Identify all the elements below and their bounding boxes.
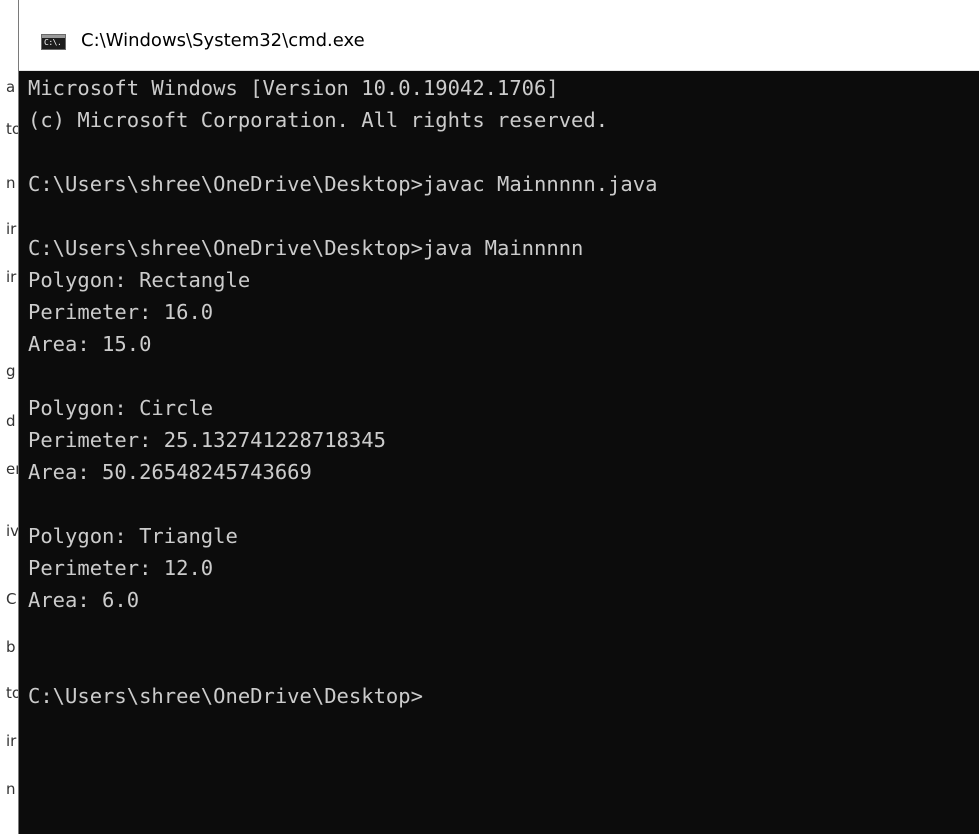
background-text-fragment: ir <box>6 220 17 238</box>
console-output[interactable]: Microsoft Windows [Version 10.0.19042.17… <box>28 72 979 834</box>
console-line: Microsoft Windows [Version 10.0.19042.17… <box>28 76 559 100</box>
console-line: C:\Users\shree\OneDrive\Desktop> <box>28 684 423 708</box>
background-text-fragment: a <box>6 78 16 96</box>
console-line: Polygon: Triangle <box>28 524 238 548</box>
icon-prompt-glyph: C:\. <box>44 38 62 47</box>
console-line: Perimeter: 25.132741228718345 <box>28 428 386 452</box>
console-line: Area: 50.26548245743669 <box>28 460 312 484</box>
cmd-window[interactable]: C:\. C:\Windows\System32\cmd.exe Microso… <box>18 0 979 834</box>
console-line: Area: 15.0 <box>28 332 152 356</box>
console-line: Perimeter: 12.0 <box>28 556 214 580</box>
console-line: C:\Users\shree\OneDrive\Desktop>java Mai… <box>28 236 584 260</box>
console-line: (c) Microsoft Corporation. All rights re… <box>28 108 609 132</box>
console-line: C:\Users\shree\OneDrive\Desktop>javac Ma… <box>28 172 658 196</box>
background-text-fragment: n <box>6 780 16 798</box>
console-line: Polygon: Rectangle <box>28 268 251 292</box>
console-line: Perimeter: 16.0 <box>28 300 214 324</box>
background-text-fragment: b <box>6 638 16 656</box>
background-text-fragment: C <box>6 590 17 608</box>
background-text-fragment: g <box>6 362 16 380</box>
cmd-console-icon[interactable]: C:\. <box>41 34 66 50</box>
console-line: Area: 6.0 <box>28 588 140 612</box>
window-title: C:\Windows\System32\cmd.exe <box>81 30 365 51</box>
title-bar[interactable]: C:\. C:\Windows\System32\cmd.exe <box>19 0 979 71</box>
background-text-fragment: ir <box>6 732 17 750</box>
console-line: Polygon: Circle <box>28 396 214 420</box>
background-text-fragment: ir <box>6 268 17 286</box>
background-text-fragment: d <box>6 412 16 430</box>
background-text-fragment: n <box>6 174 16 192</box>
